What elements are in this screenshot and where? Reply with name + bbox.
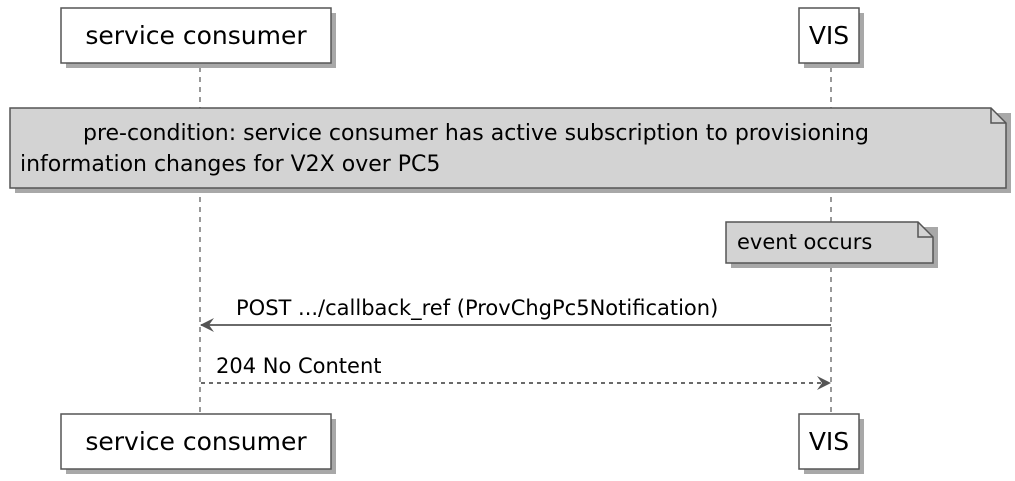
participant-vis-top: VIS xyxy=(798,7,864,68)
message-204-label: 204 No Content xyxy=(216,354,382,378)
message-post-label: POST .../callback_ref (ProvChgPc5Notific… xyxy=(236,296,718,321)
participant-vis-bottom-label: VIS xyxy=(809,427,849,456)
participant-vis-top-label: VIS xyxy=(809,21,849,50)
precondition-note: pre-condition: service consumer has acti… xyxy=(9,107,1011,193)
precondition-line1: pre-condition: service consumer has acti… xyxy=(83,121,869,146)
participant-consumer-bottom-label: service consumer xyxy=(85,427,307,456)
message-post-notification: POST .../callback_ref (ProvChgPc5Notific… xyxy=(200,296,831,332)
participant-vis-bottom: VIS xyxy=(798,413,864,474)
participant-consumer-top-label: service consumer xyxy=(85,21,307,50)
precondition-line2: information changes for V2X over PC5 xyxy=(20,152,440,177)
participant-consumer-top: service consumer xyxy=(60,7,336,68)
message-204-response: 204 No Content xyxy=(201,354,831,390)
event-note-label: event occurs xyxy=(737,230,872,254)
sequence-diagram: service consumer VIS pre-condition: serv… xyxy=(9,7,1011,474)
event-note: event occurs xyxy=(725,221,938,268)
participant-consumer-bottom: service consumer xyxy=(60,413,336,474)
